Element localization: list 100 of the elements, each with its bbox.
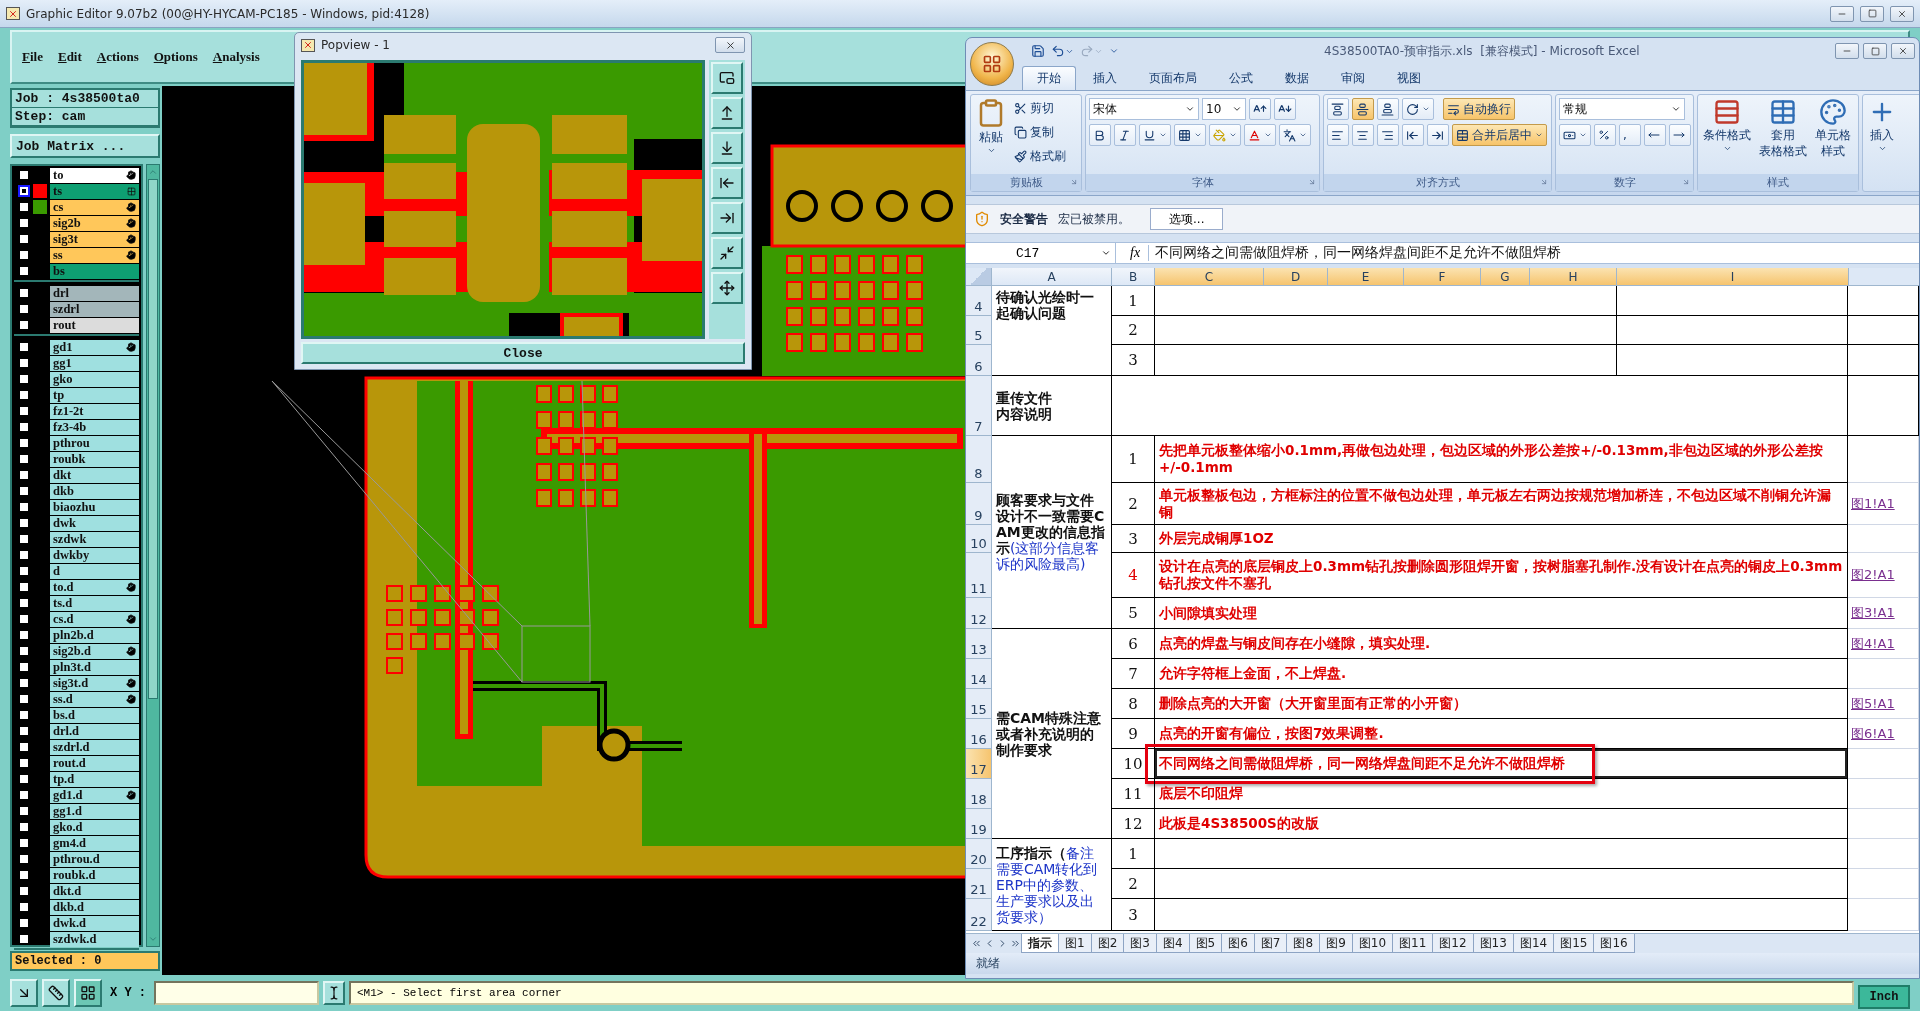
fill-color-button[interactable] xyxy=(1209,124,1241,146)
column-header[interactable]: D xyxy=(1264,268,1328,285)
view-tool-button[interactable] xyxy=(711,237,743,270)
layer-checkbox[interactable] xyxy=(18,677,30,689)
row-header[interactable]: 9 xyxy=(966,483,992,525)
layer-name[interactable]: sig2b xyxy=(50,215,139,231)
sheet-tab[interactable]: 图1 xyxy=(1058,934,1092,953)
layer-name[interactable]: szdwk.d xyxy=(50,931,139,947)
layer-name[interactable]: dkb.d xyxy=(50,899,139,915)
sheet-tab[interactable]: 图9 xyxy=(1319,934,1353,953)
layer-checkbox[interactable] xyxy=(18,661,30,673)
align-right-button[interactable] xyxy=(1377,124,1399,146)
layer-checkbox[interactable] xyxy=(18,303,30,315)
layer-checkbox[interactable] xyxy=(18,789,30,801)
close-button[interactable] xyxy=(1890,5,1914,22)
layer-checkbox[interactable] xyxy=(18,287,30,299)
font-name-dropdown[interactable]: 宋体 xyxy=(1089,98,1199,120)
layer-checkbox[interactable] xyxy=(18,933,30,945)
layer-name[interactable]: pthrou.d xyxy=(50,851,139,867)
layer-checkbox[interactable] xyxy=(18,389,30,401)
sheet-tab[interactable]: 图13 xyxy=(1472,934,1514,953)
layer-name[interactable]: roubk.d xyxy=(50,867,139,883)
insert-function-button[interactable]: fx xyxy=(1122,245,1150,261)
units-button[interactable]: Inch xyxy=(1858,985,1910,1009)
insert-button[interactable]: 插入 xyxy=(1866,98,1898,188)
row-header[interactable]: 12 xyxy=(966,598,992,629)
layer-checkbox[interactable] xyxy=(18,869,30,881)
column-header[interactable]: B xyxy=(1112,268,1155,285)
grow-font-button[interactable] xyxy=(1249,98,1271,120)
sheet-tab[interactable]: 图2 xyxy=(1090,934,1125,953)
menu-item[interactable]: File xyxy=(22,49,43,65)
maximize-button[interactable] xyxy=(1860,5,1884,22)
layer-name[interactable]: fz1-2t xyxy=(50,403,139,419)
sheet-tab[interactable]: 图14 xyxy=(1512,934,1555,953)
layer-name[interactable]: gko.d xyxy=(50,819,139,835)
layer-name[interactable]: to xyxy=(50,167,139,183)
layer-checkbox[interactable] xyxy=(18,853,30,865)
vertical-align-button[interactable] xyxy=(1352,98,1374,120)
row-header[interactable]: 7 xyxy=(966,376,992,436)
layer-checkbox[interactable] xyxy=(18,757,30,769)
increase-indent-button[interactable] xyxy=(1427,124,1449,146)
layer-checkbox[interactable] xyxy=(18,185,30,197)
layer-name[interactable]: dwk.d xyxy=(50,915,139,931)
job-matrix-button[interactable]: Job Matrix ... xyxy=(10,134,160,158)
layer-checkbox[interactable] xyxy=(18,169,30,181)
layer-name[interactable]: to.d xyxy=(50,579,139,595)
save-button[interactable] xyxy=(1030,44,1046,58)
layer-name[interactable]: rout xyxy=(50,317,139,333)
layer-name[interactable]: szdrl.d xyxy=(50,739,139,755)
row-header[interactable]: 5 xyxy=(966,316,992,345)
sheet-link[interactable]: 图1!A1 xyxy=(1851,494,1895,513)
view-tool-button[interactable] xyxy=(711,97,743,130)
increase-decimal-button[interactable] xyxy=(1644,124,1666,146)
close-button[interactable] xyxy=(715,37,745,54)
layer-checkbox[interactable] xyxy=(18,319,30,331)
cursor-button[interactable] xyxy=(323,981,345,1005)
layer-name[interactable]: sig3t xyxy=(50,231,139,247)
minimize-button[interactable] xyxy=(1830,5,1854,22)
column-header[interactable]: A xyxy=(992,268,1112,285)
layer-name[interactable]: roubk xyxy=(50,451,139,467)
zoom-area-button[interactable] xyxy=(10,979,38,1007)
row-header[interactable]: 21 xyxy=(966,869,992,899)
layer-checkbox[interactable] xyxy=(18,341,30,353)
column-header[interactable]: E xyxy=(1328,268,1404,285)
row-header[interactable]: 19 xyxy=(966,809,992,839)
format-painter-button[interactable]: 格式刷 xyxy=(1012,146,1068,166)
column-header[interactable]: C xyxy=(1155,268,1264,285)
menu-item[interactable]: Analysis xyxy=(212,49,260,65)
sheet-link[interactable]: 图4!A1 xyxy=(1851,634,1895,653)
layer-checkbox[interactable] xyxy=(18,581,30,593)
cut-button[interactable]: 剪切 xyxy=(1012,98,1068,118)
layer-checkbox[interactable] xyxy=(18,373,30,385)
undo-button[interactable] xyxy=(1050,44,1075,58)
layer-name[interactable]: ss xyxy=(50,247,139,263)
ribbon-tab[interactable]: 数据 xyxy=(1270,66,1324,90)
layer-name[interactable]: szdrl xyxy=(50,301,139,317)
ribbon-tab[interactable]: 页面布局 xyxy=(1134,66,1212,90)
layer-checkbox[interactable] xyxy=(18,517,30,529)
layer-name[interactable]: gg1 xyxy=(50,355,139,371)
layer-checkbox[interactable] xyxy=(18,741,30,753)
column-header[interactable]: H xyxy=(1530,268,1617,285)
merge-center-button[interactable]: 合并后居中 xyxy=(1452,124,1547,146)
decrease-indent-button[interactable] xyxy=(1402,124,1424,146)
layer-checkbox[interactable] xyxy=(18,421,30,433)
ribbon-tab[interactable]: 公式 xyxy=(1214,66,1268,90)
borders-button[interactable] xyxy=(1174,124,1206,146)
maximize-button[interactable] xyxy=(1863,43,1887,59)
layer-checkbox[interactable] xyxy=(18,469,30,481)
layer-checkbox[interactable] xyxy=(18,485,30,497)
layer-checkbox[interactable] xyxy=(18,709,30,721)
view-tool-button[interactable] xyxy=(711,132,743,165)
layer-checkbox[interactable] xyxy=(18,405,30,417)
conditional-format-button[interactable]: 条件格式 xyxy=(1701,98,1753,171)
cell-styles-button[interactable]: 单元格 样式 xyxy=(1813,98,1853,171)
bold-button[interactable] xyxy=(1089,124,1111,146)
row-header[interactable]: 8 xyxy=(966,436,992,483)
layer-name[interactable]: pln2b.d xyxy=(50,627,139,643)
layer-name[interactable]: cs xyxy=(50,199,139,215)
ribbon-tab[interactable]: 视图 xyxy=(1382,66,1436,90)
format-as-table-button[interactable]: 套用 表格格式 xyxy=(1757,98,1809,171)
